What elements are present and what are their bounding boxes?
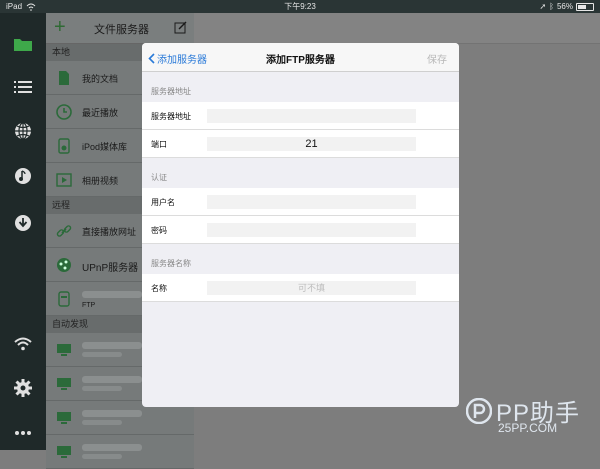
blurred-device-name	[82, 410, 142, 417]
upnp-icon	[57, 258, 71, 272]
group-header-address: 服务器地址	[142, 72, 459, 102]
monitor-icon	[57, 412, 71, 424]
blurred-device-detail	[82, 420, 122, 425]
address-input[interactable]	[207, 109, 416, 123]
folder-icon[interactable]	[12, 33, 34, 55]
blurred-device-detail	[82, 352, 122, 357]
status-right: ➚ ᛒ 56%	[539, 0, 594, 13]
server-icon	[58, 291, 70, 307]
sidebar-item-label: iPod媒体库	[82, 142, 128, 152]
username-input[interactable]	[207, 195, 416, 209]
name-label: 名称	[151, 284, 167, 293]
save-button[interactable]: 保存	[427, 51, 447, 66]
username-label: 用户名	[151, 198, 175, 207]
sidebar-title: 文件服务器	[94, 24, 149, 36]
monitor-icon	[57, 446, 71, 458]
clock-icon	[56, 104, 72, 120]
sidebar-item-label: 最近播放	[82, 108, 119, 118]
sidebar-item-label: 相册视频	[82, 176, 119, 186]
wifi-icon[interactable]	[12, 333, 34, 355]
status-time: 下午9:23	[284, 2, 316, 11]
address-label: 服务器地址	[151, 112, 191, 121]
server-type-label: FTP	[82, 302, 96, 309]
battery-percent: 56%	[556, 2, 573, 11]
sidebar-item-label: UPnP服务器	[82, 263, 139, 274]
main-header	[194, 13, 600, 44]
globe-icon[interactable]	[12, 120, 34, 142]
blurred-device-detail	[82, 386, 122, 391]
sidebar-item-discovered[interactable]	[46, 435, 194, 469]
add-icon[interactable]: +	[54, 16, 66, 39]
document-icon	[59, 71, 69, 85]
music-icon[interactable]	[12, 165, 34, 187]
add-ftp-server-modal: 添加服务器 添加FTP服务器 保存 服务器地址 服务器地址 端口 21 认证 用…	[142, 43, 459, 407]
sidebar-item-label: 我的文档	[82, 74, 119, 84]
icon-rail	[0, 13, 46, 450]
more-icon[interactable]	[12, 422, 34, 444]
blurred-device-detail	[82, 454, 122, 459]
location-icon: ➚	[539, 2, 547, 11]
blurred-server-address	[82, 291, 142, 298]
ipod-icon	[58, 138, 70, 154]
blurred-device-name	[82, 342, 142, 349]
film-icon	[56, 173, 72, 187]
monitor-icon	[57, 378, 71, 390]
pp-watermark: PP助手 25PP.COM	[466, 393, 580, 435]
download-icon[interactable]	[12, 212, 34, 234]
gear-icon[interactable]	[12, 377, 34, 399]
blurred-device-name	[82, 376, 142, 383]
bluetooth-icon: ᛒ	[549, 2, 554, 11]
group-header-server-name-text: 服务器名称	[151, 259, 191, 268]
name-input[interactable]: 可不填	[207, 281, 416, 295]
port-row: 端口 21	[142, 130, 459, 158]
watermark-site: 25PP.COM	[498, 421, 558, 435]
group-header-auth-text: 认证	[151, 173, 167, 182]
edit-icon[interactable]	[174, 20, 188, 34]
monitor-icon	[57, 344, 71, 356]
status-bar: iPad 下午9:23 ➚ ᛒ 56%	[0, 0, 600, 13]
pp-logo-icon	[466, 397, 492, 424]
group-header-address-text: 服务器地址	[151, 87, 191, 96]
sidebar-header: + 文件服务器	[46, 13, 194, 44]
sidebar-item-label: 直接播放网址	[82, 227, 137, 237]
link-icon	[56, 225, 72, 237]
password-row: 密码	[142, 216, 459, 244]
password-input[interactable]	[207, 223, 416, 237]
group-header-auth: 认证	[142, 158, 459, 188]
group-header-server-name: 服务器名称	[142, 244, 459, 274]
address-row: 服务器地址	[142, 102, 459, 130]
list-icon[interactable]	[12, 76, 34, 98]
password-label: 密码	[151, 226, 167, 235]
port-input[interactable]: 21	[207, 137, 416, 151]
username-row: 用户名	[142, 188, 459, 216]
modal-nav-bar: 添加服务器 添加FTP服务器 保存	[142, 43, 459, 72]
battery-icon	[576, 2, 594, 11]
port-label: 端口	[151, 140, 167, 149]
name-row: 名称 可不填	[142, 274, 459, 302]
modal-title: 添加FTP服务器	[266, 55, 335, 66]
